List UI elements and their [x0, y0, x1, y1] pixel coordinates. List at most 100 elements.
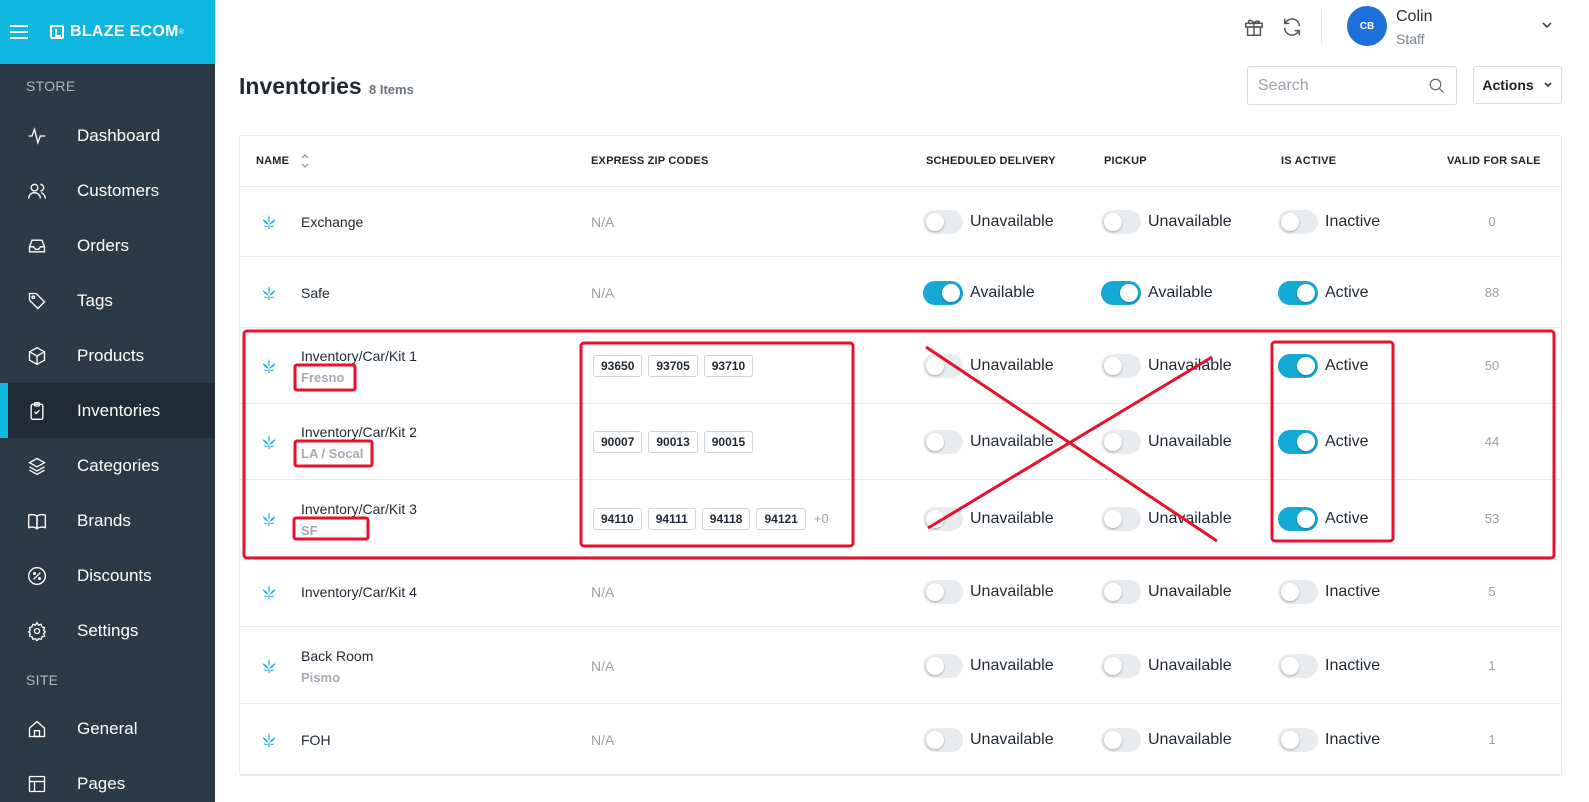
scheduled-delivery-label: Unavailable: [970, 730, 1054, 748]
scheduled-delivery-toggle[interactable]: [923, 280, 963, 305]
chevron-down-icon: [1544, 82, 1552, 88]
sidebar-item-categories[interactable]: Categories: [0, 438, 215, 493]
table-row[interactable]: Back Room Pismo N/A Unavailable Unavailable I…: [240, 627, 1561, 704]
is-active-toggle[interactable]: [1278, 727, 1318, 752]
pickup-toggle[interactable]: [1101, 354, 1141, 378]
valid-for-sale-count: 0: [1488, 214, 1496, 229]
sidebar-item-orders[interactable]: Orders: [0, 218, 215, 273]
sort-icon[interactable]: [300, 152, 310, 170]
home-icon: [26, 718, 48, 740]
sidebar-item-products[interactable]: Products: [0, 328, 215, 383]
table-row[interactable]: Inventory/Car/Kit 3 SF 94110 94111 94118 9412…: [240, 480, 1561, 557]
valid-for-sale-count: 88: [1484, 284, 1500, 300]
sidebar: BLAZE ECOM ® STORE Dashboard Customers Orde…: [0, 0, 215, 802]
sidebar-item-pages[interactable]: Pages: [0, 756, 215, 802]
user-name[interactable]: Colin: [1396, 8, 1432, 26]
is-active-toggle[interactable]: [1278, 210, 1318, 234]
pickup-toggle[interactable]: [1101, 280, 1141, 305]
inventory-name[interactable]: Inventory/Car/Kit 3: [301, 501, 417, 517]
actions-button[interactable]: Actions: [1473, 66, 1562, 104]
pickup-toggle[interactable]: [1101, 653, 1141, 678]
zip-codes-na: N/A: [591, 284, 615, 301]
search-icon[interactable]: [1428, 77, 1446, 95]
pickup-toggle[interactable]: [1101, 727, 1141, 752]
sidebar-item-settings[interactable]: Settings: [0, 603, 215, 658]
sidebar-item-label: Orders: [77, 235, 129, 255]
is-active-toggle[interactable]: [1278, 653, 1318, 678]
sidebar-item-label: Pages: [77, 773, 126, 793]
pickup-toggle[interactable]: [1101, 506, 1141, 531]
pickup-toggle[interactable]: [1101, 580, 1141, 604]
inventory-location: Pismo: [301, 669, 341, 685]
chevron-down-icon[interactable]: [1541, 19, 1553, 31]
is-active: Active: [1278, 506, 1369, 531]
store-nav: Dashboard Customers Orders Tags Products Inve…: [0, 108, 215, 658]
table-row[interactable]: FOH N/A Unavailable Unavailable Inactive 1: [240, 704, 1561, 775]
avatar[interactable]: CB: [1347, 6, 1387, 46]
inventory-name[interactable]: Exchange: [301, 214, 363, 230]
inventory-name[interactable]: Inventory/Car/Kit 2: [301, 424, 417, 440]
scheduled-delivery-toggle[interactable]: [923, 354, 963, 378]
tag-icon: [26, 290, 48, 312]
search-input[interactable]: [1258, 76, 1418, 95]
is-active-toggle[interactable]: [1278, 280, 1318, 305]
scheduled-delivery-label: Unavailable: [970, 583, 1054, 600]
table-row[interactable]: Inventory/Car/Kit 1 Fresno 93650 93705 93710…: [240, 328, 1561, 404]
activity-icon: [26, 125, 48, 147]
scheduled-delivery-label: Unavailable: [970, 509, 1054, 527]
hamburger-menu-icon[interactable]: [10, 25, 28, 39]
logo-mark-icon: [50, 25, 64, 39]
sidebar-item-label: Brands: [77, 510, 131, 530]
layout-icon: [26, 773, 48, 795]
inventory-name[interactable]: Inventory/Car/Kit 4: [301, 584, 417, 600]
gift-icon[interactable]: [1243, 16, 1265, 38]
inventory-name[interactable]: Back Room: [301, 648, 373, 664]
is-active: Active: [1278, 430, 1369, 454]
scheduled-delivery: Unavailable: [923, 580, 1054, 604]
inventory-name[interactable]: Inventory/Car/Kit 1: [301, 348, 417, 364]
scheduled-delivery-toggle[interactable]: [923, 210, 963, 234]
table-row[interactable]: Exchange N/A Unavailable Unavailable Inactiv…: [240, 187, 1561, 257]
refresh-icon[interactable]: [1281, 16, 1303, 38]
column-name[interactable]: NAME: [256, 155, 289, 167]
sidebar-item-customers[interactable]: Customers: [0, 163, 215, 218]
pickup: Available: [1101, 280, 1213, 305]
cannabis-leaf-icon: [260, 357, 278, 375]
pickup-toggle[interactable]: [1101, 430, 1141, 454]
sidebar-item-tags[interactable]: Tags: [0, 273, 215, 328]
table-row[interactable]: Inventory/Car/Kit 2 LA / Socal 90007 90013 9…: [240, 404, 1561, 480]
sidebar-item-general[interactable]: General: [0, 701, 215, 756]
pickup: Unavailable: [1101, 506, 1232, 531]
scheduled-delivery-toggle[interactable]: [923, 580, 963, 604]
more-zip-codes[interactable]: +0: [814, 511, 829, 526]
table-row[interactable]: Inventory/Car/Kit 4 N/A Unavailable Unavail…: [240, 557, 1561, 627]
pickup: Unavailable: [1101, 727, 1232, 752]
scheduled-delivery-toggle[interactable]: [923, 727, 963, 752]
brand-logo[interactable]: BLAZE ECOM ®: [50, 23, 184, 41]
is-active-label: Active: [1325, 283, 1369, 301]
scheduled-delivery-toggle[interactable]: [923, 430, 963, 454]
site-nav: General Pages: [0, 701, 215, 802]
sidebar-item-inventories[interactable]: Inventories: [0, 383, 215, 438]
inventory-location: SF: [301, 522, 318, 538]
pickup-toggle[interactable]: [1101, 210, 1141, 234]
sidebar-item-brands[interactable]: Brands: [0, 493, 215, 548]
is-active-toggle[interactable]: [1278, 506, 1318, 531]
inventory-name[interactable]: Safe: [301, 285, 330, 301]
is-active: Inactive: [1278, 580, 1380, 604]
sidebar-item-label: Inventories: [77, 400, 161, 420]
is-active-toggle[interactable]: [1278, 580, 1318, 604]
sidebar-item-label: Discounts: [77, 565, 152, 585]
scheduled-delivery-toggle[interactable]: [923, 506, 963, 531]
table-row[interactable]: Safe N/A Available Available Active 88: [240, 257, 1561, 328]
sidebar-item-discounts[interactable]: Discounts: [0, 548, 215, 603]
is-active-label: Active: [1325, 357, 1369, 374]
is-active-toggle[interactable]: [1278, 430, 1318, 454]
inventory-name[interactable]: FOH: [301, 732, 331, 748]
scheduled-delivery-label: Unavailable: [970, 656, 1054, 674]
pickup-label: Unavailable: [1148, 509, 1232, 527]
sidebar-item-dashboard[interactable]: Dashboard: [0, 108, 215, 163]
is-active-toggle[interactable]: [1278, 354, 1318, 378]
zip-code-list: 94110 94111 94118 94121 +0: [593, 507, 829, 530]
scheduled-delivery-toggle[interactable]: [923, 653, 963, 678]
